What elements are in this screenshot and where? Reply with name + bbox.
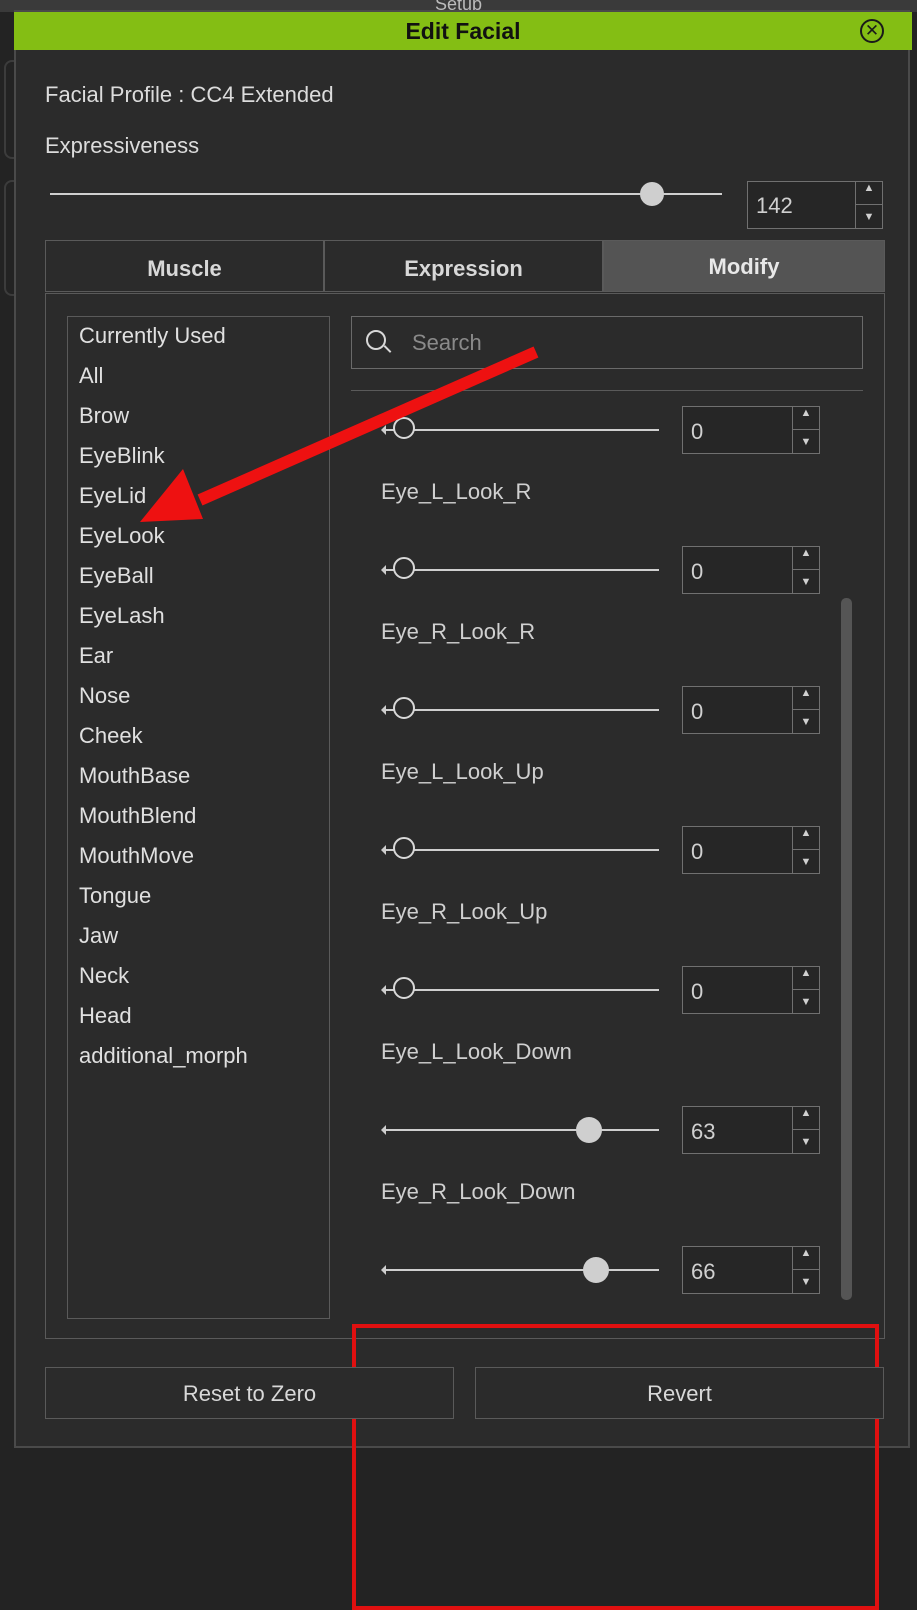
- annotation-arrow: [140, 346, 539, 522]
- annotation-arrow-head: [140, 469, 203, 522]
- annotation-arrow-shaft: [197, 346, 539, 506]
